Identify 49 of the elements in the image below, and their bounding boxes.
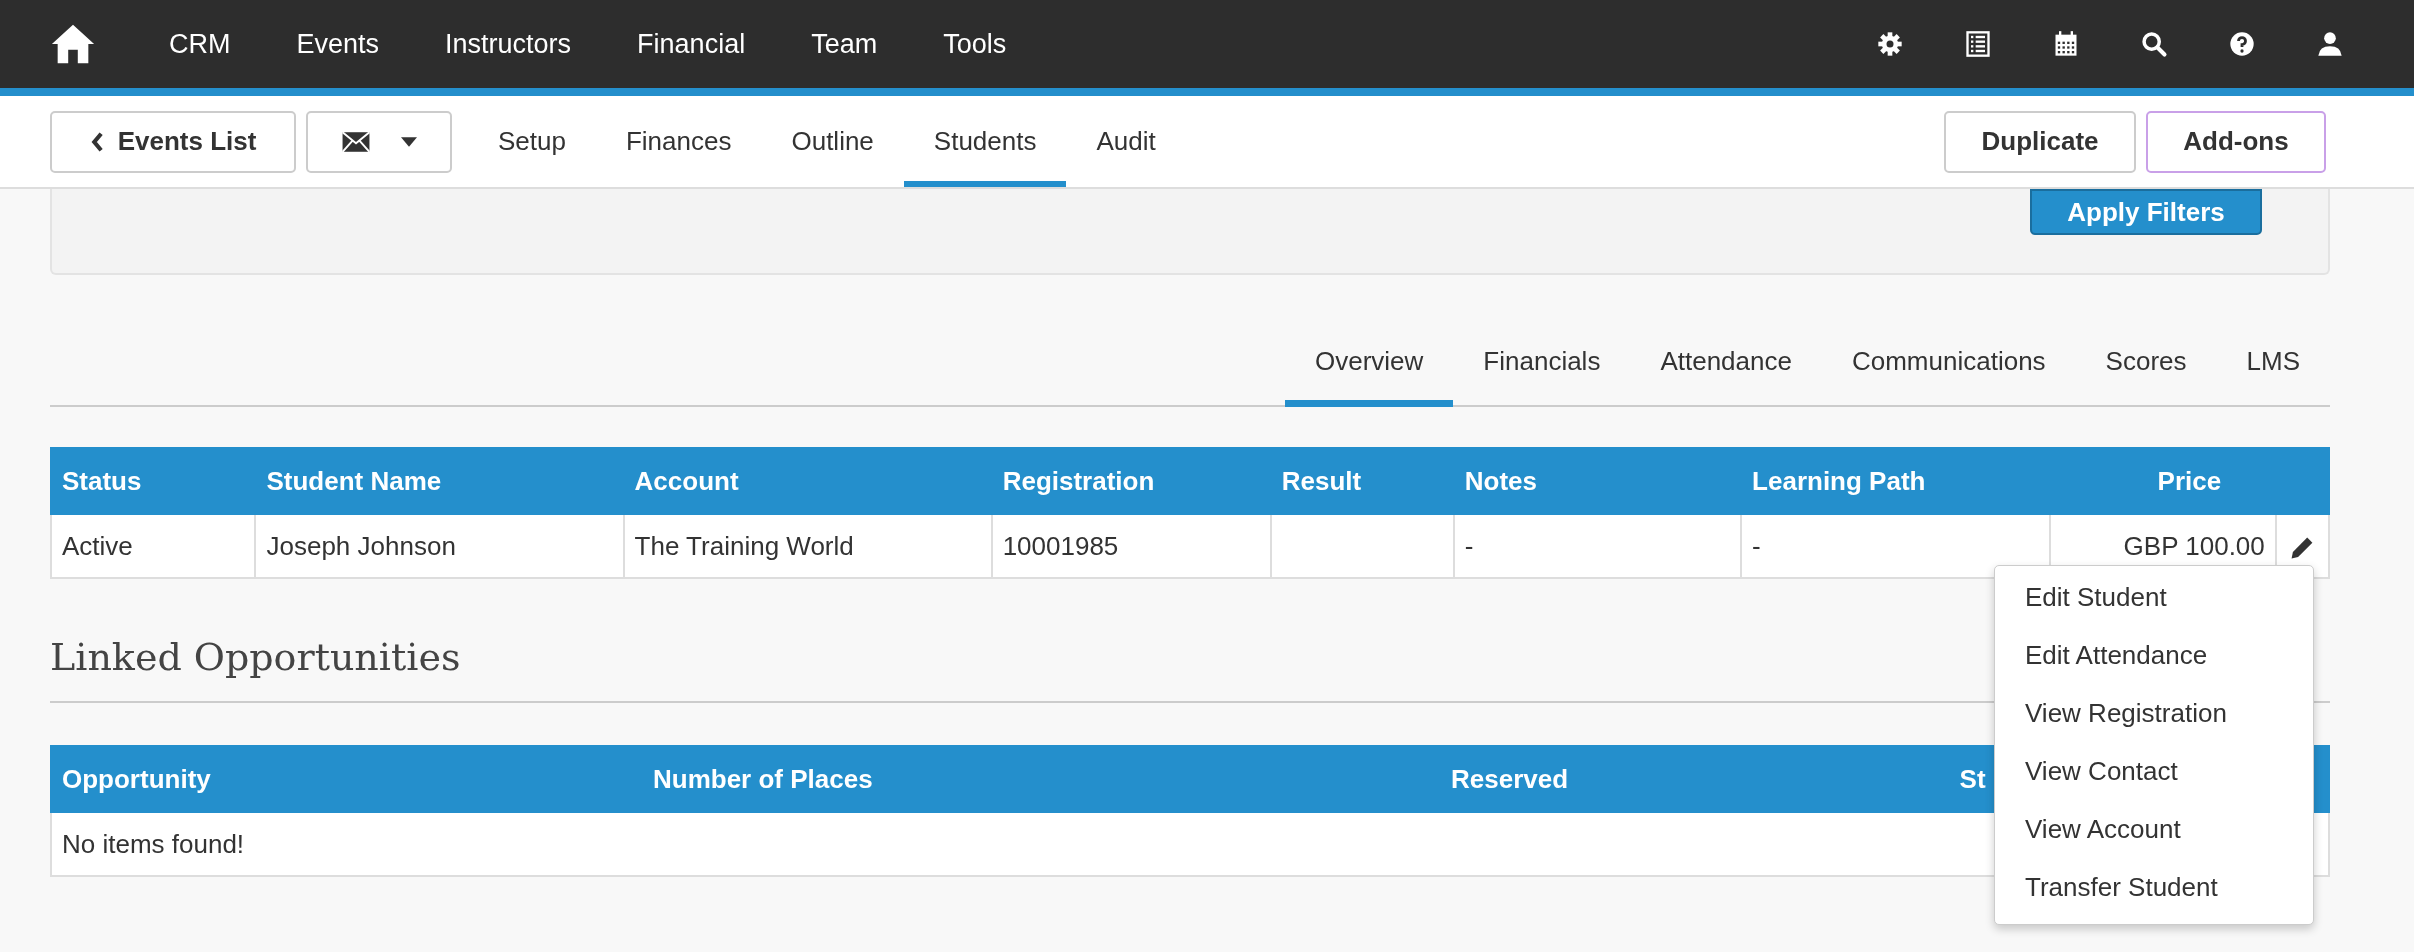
search-icon[interactable]: [2140, 30, 2168, 58]
menu-item[interactable]: View Registration: [1995, 684, 2313, 742]
table-cell: Active: [51, 514, 256, 578]
chevron-left-icon: [89, 130, 104, 153]
menu-item[interactable]: Edit Attendance: [1995, 626, 2313, 684]
table-cell: -: [1453, 514, 1742, 578]
settings-icon[interactable]: [1876, 30, 1904, 58]
table-cell: Joseph Johnson: [255, 514, 624, 578]
student-view-tab[interactable]: Attendance: [1630, 323, 1822, 407]
column-header: Price: [2049, 448, 2329, 514]
column-header: Student Name: [255, 448, 624, 514]
column-header: Notes: [1453, 448, 1742, 514]
column-header: Number of Places: [642, 746, 1441, 812]
section-tab[interactable]: Setup: [468, 96, 596, 187]
student-view-tab[interactable]: Financials: [1453, 323, 1631, 407]
top-nav-link[interactable]: CRM: [136, 28, 264, 60]
student-view-tab[interactable]: Scores: [2075, 323, 2217, 407]
apply-filters-button[interactable]: Apply Filters: [2030, 189, 2262, 235]
action-button[interactable]: Add-ons: [2146, 110, 2326, 173]
column-header: Result: [1270, 448, 1454, 514]
top-nav-link[interactable]: Events: [263, 28, 413, 60]
top-nav-link[interactable]: Instructors: [412, 28, 605, 60]
table-cell: 10001985: [991, 514, 1271, 578]
column-header: Account: [623, 448, 992, 514]
top-nav-link[interactable]: Tools: [910, 28, 1040, 60]
menu-item[interactable]: Transfer Student: [1995, 858, 2313, 916]
column-header: Reserved: [1440, 746, 1949, 812]
column-header: Status: [51, 448, 256, 514]
help-icon[interactable]: [2228, 30, 2256, 58]
list-icon[interactable]: [1964, 30, 1992, 58]
top-nav-link[interactable]: Financial: [604, 28, 779, 60]
section-tab[interactable]: Finances: [595, 96, 762, 187]
action-button[interactable]: Duplicate: [1944, 110, 2136, 173]
section-tab[interactable]: Outline: [761, 96, 904, 187]
top-nav-link[interactable]: Team: [778, 28, 911, 60]
student-view-tab[interactable]: Overview: [1285, 323, 1454, 407]
column-header: Registration: [991, 448, 1271, 514]
user-icon[interactable]: [2316, 30, 2344, 58]
student-view-tab[interactable]: LMS: [2216, 323, 2330, 407]
caret-icon: [401, 136, 417, 147]
email-dropdown-button[interactable]: [306, 110, 452, 173]
home-icon[interactable]: [50, 22, 96, 66]
column-header: Opportunity: [51, 746, 642, 812]
events-list-button[interactable]: Events List: [50, 110, 296, 173]
section-tab[interactable]: Audit: [1066, 96, 1186, 187]
column-header: Learning Path: [1741, 448, 2050, 514]
envelope-icon: [341, 130, 371, 153]
table-cell: The Training World: [623, 514, 992, 578]
student-view-tab[interactable]: Communications: [1821, 323, 2076, 407]
